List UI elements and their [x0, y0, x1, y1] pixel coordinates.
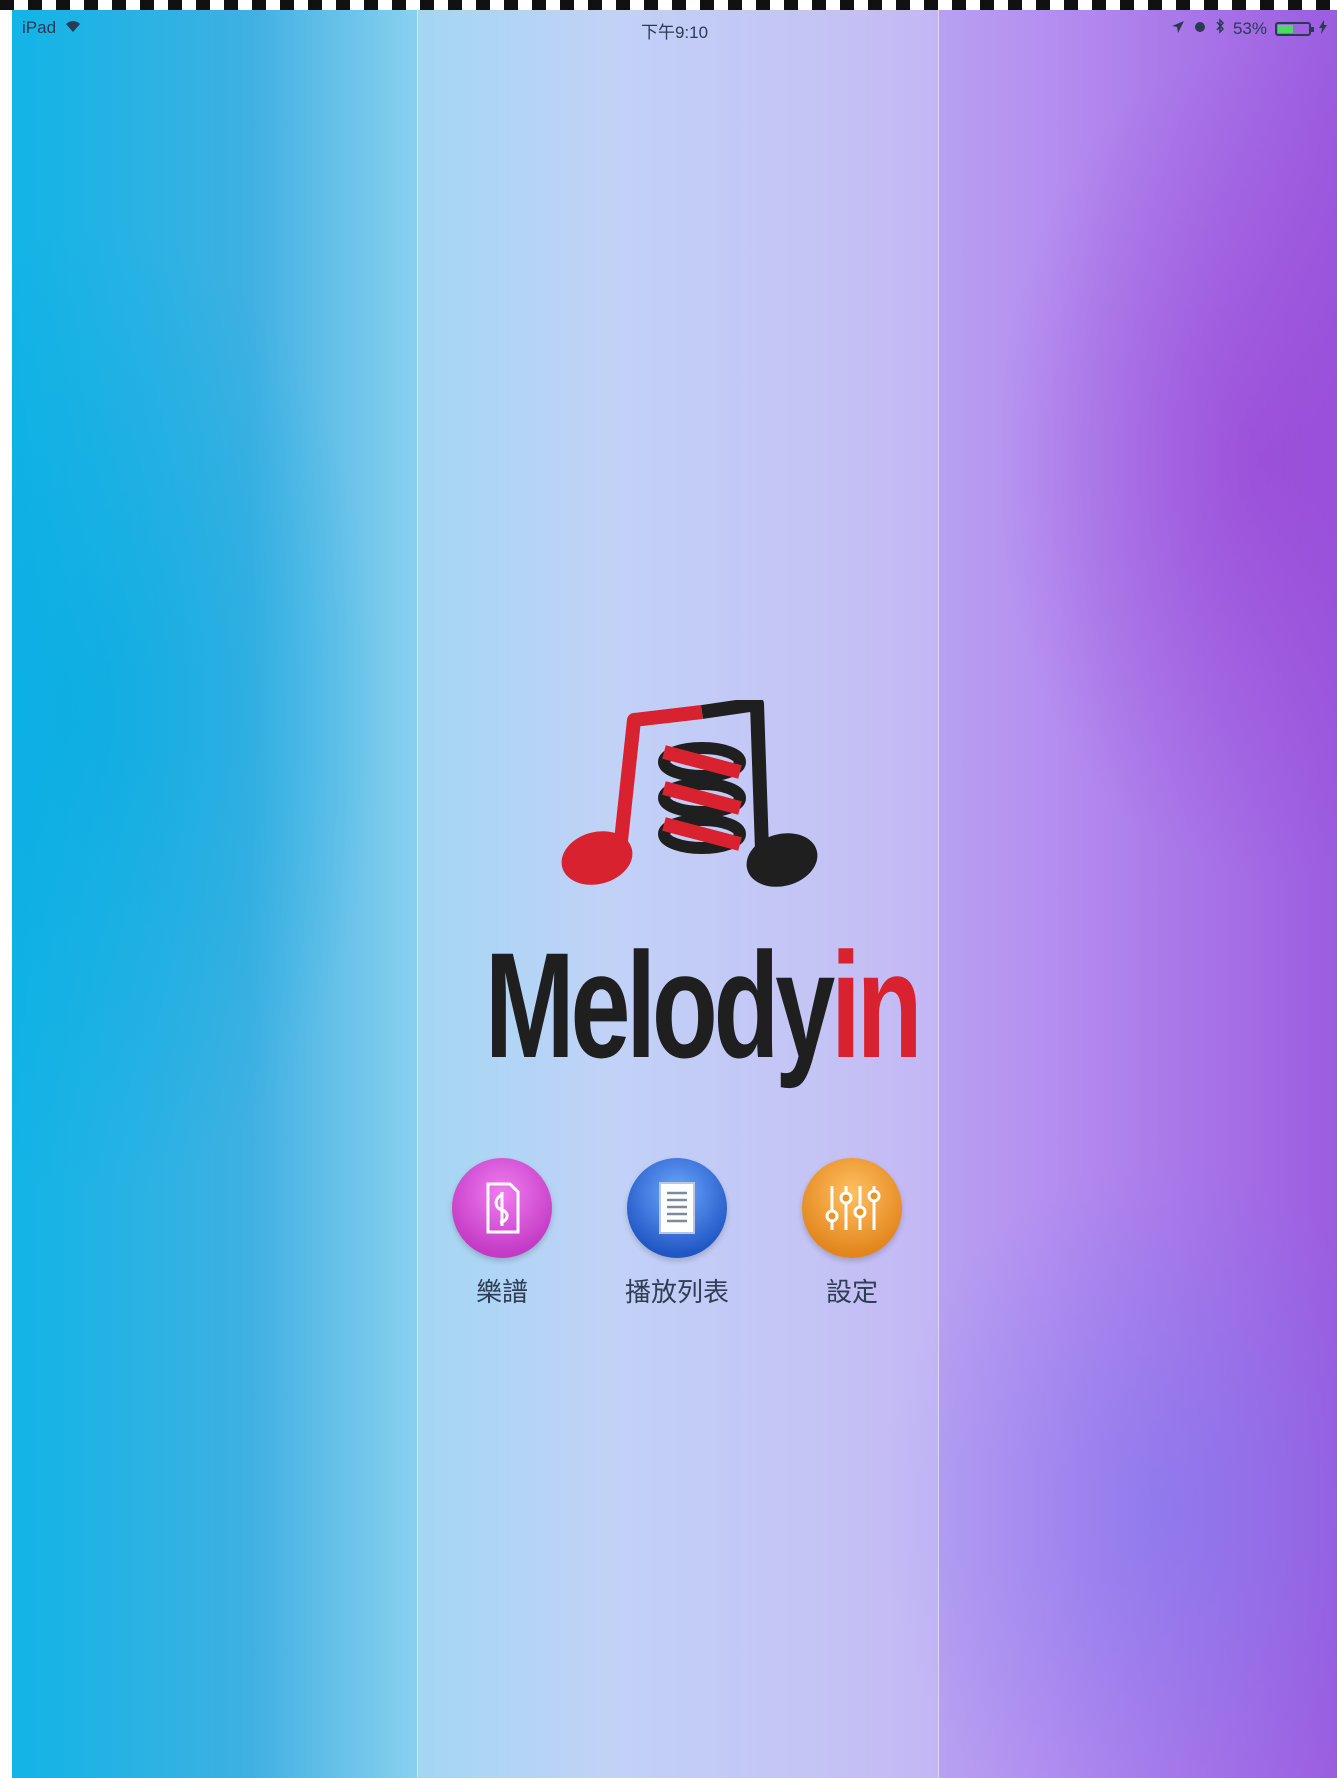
logo-text-accent: in	[830, 921, 923, 1089]
settings-sliders-icon	[802, 1158, 902, 1258]
status-bar-right: 53%	[1171, 18, 1327, 39]
menu-label-music-score: 樂譜	[475, 1278, 528, 1308]
location-icon	[1171, 19, 1185, 39]
main-menu: 樂譜 播放列表 設定	[417, 1158, 937, 1318]
menu-label-playlist: 播放列表	[624, 1278, 729, 1308]
menu-item-settings[interactable]: 設定	[767, 1158, 937, 1309]
app-screen: iPad 下午9:10 53% Melodyin 樂譜 播放列表 設定	[12, 10, 1337, 1778]
battery-percent: 53%	[1232, 18, 1267, 38]
status-bar: iPad 下午9:10 53%	[12, 10, 1337, 44]
playlist-icon	[627, 1158, 727, 1258]
menu-label-settings: 設定	[825, 1278, 878, 1308]
logo-text-main: Melody	[484, 921, 835, 1089]
menu-item-music-score[interactable]: 樂譜	[417, 1158, 587, 1309]
status-bar-time: 下午9:10	[640, 23, 709, 42]
menu-item-playlist[interactable]: 播放列表	[592, 1158, 762, 1309]
battery-level	[1278, 24, 1293, 33]
battery-icon	[1275, 21, 1314, 36]
music-score-icon	[452, 1158, 552, 1258]
melodyin-logo-icon	[542, 697, 832, 904]
charging-icon	[1319, 19, 1327, 39]
app-logo-text: Melodyin	[485, 930, 923, 1080]
alarm-icon	[1193, 19, 1207, 39]
top-edge-strip	[0, 0, 1337, 10]
bluetooth-icon	[1215, 18, 1225, 39]
